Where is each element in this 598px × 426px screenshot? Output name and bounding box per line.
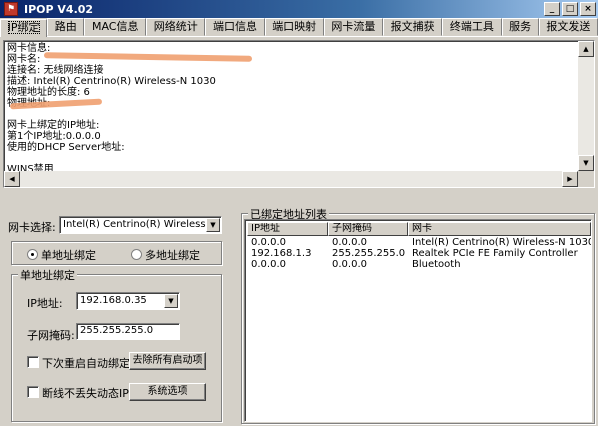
window-title: IPOP V4.02 <box>24 2 94 16</box>
keep-dynamic-ip-label[interactable]: 断线不丢失动态IP <box>42 385 129 401</box>
bound-address-list[interactable]: IP地址 子网掩码 网卡 0.0.0.0 0.0.0.0 Intel(R) Ce… <box>244 219 592 422</box>
table-row[interactable]: 0.0.0.0 0.0.0.0 Intel(R) Centrino(R) Wir… <box>247 237 591 248</box>
info-line: 连接名: 无线网络连接 <box>7 65 104 76</box>
tab-label: IP绑定 <box>7 21 40 34</box>
tab-label: 端口信息 <box>212 20 257 33</box>
cell-adapter: Realtek PCIe FE Family Controller <box>412 248 578 259</box>
table-row[interactable]: 0.0.0.0 0.0.0.0 Bluetooth <box>247 259 591 270</box>
table-row[interactable]: 192.168.1.3 255.255.255.0 Realtek PCIe F… <box>247 248 591 259</box>
horizontal-scrollbar[interactable]: ◀ ▶ <box>4 171 578 187</box>
adapter-select-value: Intel(R) Centrino(R) Wireless-N 1 <box>63 219 222 230</box>
minimize-button[interactable]: _ <box>544 2 560 16</box>
tab-label: 服务 <box>509 20 532 33</box>
tab-bar: IP绑定 路由 MAC信息 网络统计 端口信息 端口映射 网卡流量 报文捕获 终… <box>0 18 598 37</box>
multi-bind-radio-label[interactable]: 多地址绑定 <box>145 247 200 263</box>
tab-label: 路由 <box>54 20 77 33</box>
ip-address-combobox[interactable]: 192.168.0.35 ▼ <box>76 292 180 310</box>
list-header: IP地址 子网掩码 网卡 <box>247 222 591 236</box>
app-icon: ⚑ <box>4 2 18 16</box>
auto-bind-on-reboot-checkbox[interactable] <box>27 356 39 368</box>
single-bind-group-title: 单地址绑定 <box>18 267 77 283</box>
tab-label: MAC信息 <box>91 20 139 33</box>
tab-label: 网卡流量 <box>331 20 376 33</box>
column-header-ip[interactable]: IP地址 <box>247 222 328 236</box>
scroll-right-button[interactable]: ▶ <box>562 171 578 187</box>
scroll-up-button[interactable]: ▲ <box>578 41 594 57</box>
tab-ip-bind[interactable]: IP绑定 <box>0 19 48 37</box>
info-line: 使用的DHCP Server地址: <box>7 142 125 153</box>
tab-port-info[interactable]: 端口信息 <box>205 18 265 36</box>
column-header-adapter[interactable]: 网卡 <box>408 222 591 236</box>
vertical-scrollbar[interactable]: ▲ ▼ <box>578 41 594 171</box>
subnet-mask-label: 子网掩码: <box>27 329 75 342</box>
tab-label: 端口映射 <box>272 20 317 33</box>
cell-mask: 255.255.255.0 <box>332 248 406 259</box>
auto-bind-on-reboot-label[interactable]: 下次重启自动绑定 <box>42 355 130 371</box>
info-line: 物理地址的长度: 6 <box>7 87 90 98</box>
chevron-down-icon[interactable]: ▼ <box>164 294 178 308</box>
tab-route[interactable]: 路由 <box>47 18 85 36</box>
tab-packet-capture[interactable]: 报文捕获 <box>383 18 443 36</box>
adapter-info-textarea[interactable]: 网卡信息: 网卡名: 连接名: 无线网络连接 描述: Intel(R) Cent… <box>3 40 595 188</box>
tab-net-stats[interactable]: 网络统计 <box>146 18 206 36</box>
ip-address-label: IP地址: <box>27 297 63 310</box>
tab-label: 报文发送 <box>546 20 591 33</box>
info-line <box>7 153 575 164</box>
ip-address-value: 192.168.0.35 <box>80 295 147 306</box>
window-controls: _ □ × <box>544 2 596 16</box>
tab-mac-info[interactable]: MAC信息 <box>84 18 147 36</box>
tab-label: 终端工具 <box>449 20 494 33</box>
single-bind-radio[interactable] <box>27 249 38 260</box>
cell-ip: 192.168.1.3 <box>251 248 312 259</box>
cell-mask: 0.0.0.0 <box>332 237 367 248</box>
title-bar: ⚑ IPOP V4.02 _ □ × <box>0 0 598 18</box>
tab-packet-send[interactable]: 报文发送 <box>538 18 598 36</box>
info-line: 描述: Intel(R) Centrino(R) Wireless-N 1030 <box>7 76 216 87</box>
tab-nic-traffic[interactable]: 网卡流量 <box>323 18 384 36</box>
tab-port-map[interactable]: 端口映射 <box>264 18 324 36</box>
tab-terminal-tools[interactable]: 终端工具 <box>442 18 502 36</box>
cell-adapter: Intel(R) Centrino(R) Wireless-N 1030 <box>412 237 591 248</box>
cell-mask: 0.0.0.0 <box>332 259 367 270</box>
scroll-corner <box>578 171 594 187</box>
subnet-mask-input[interactable]: 255.255.255.0 <box>76 323 180 340</box>
info-line <box>7 109 575 120</box>
cell-ip: 0.0.0.0 <box>251 259 286 270</box>
tab-services[interactable]: 服务 <box>501 18 539 36</box>
info-line: 网卡上绑定的IP地址: <box>7 120 100 131</box>
multi-bind-radio[interactable] <box>131 249 142 260</box>
close-button[interactable]: × <box>580 2 596 16</box>
cell-ip: 0.0.0.0 <box>251 237 286 248</box>
remove-all-startup-items-button[interactable]: 去除所有启动项 <box>129 352 206 370</box>
keep-dynamic-ip-checkbox[interactable] <box>27 386 39 398</box>
adapter-select-label: 网卡选择: <box>8 221 56 234</box>
maximize-button[interactable]: □ <box>562 2 578 16</box>
tab-label: 网络统计 <box>153 20 198 33</box>
scroll-left-button[interactable]: ◀ <box>4 171 20 187</box>
tab-label: 报文捕获 <box>390 20 435 33</box>
cell-adapter: Bluetooth <box>412 259 461 270</box>
chevron-down-icon[interactable]: ▼ <box>206 218 220 232</box>
column-header-mask[interactable]: 子网掩码 <box>328 222 408 236</box>
info-lines: 网卡信息: 网卡名: 连接名: 无线网络连接 描述: Intel(R) Cent… <box>7 43 575 175</box>
adapter-select[interactable]: Intel(R) Centrino(R) Wireless-N 1 ▼ <box>59 216 222 234</box>
scroll-down-button[interactable]: ▼ <box>578 155 594 171</box>
info-line: 第1个IP地址:0.0.0.0 <box>7 131 101 142</box>
system-options-button[interactable]: 系统选项 <box>129 383 206 401</box>
subnet-mask-value: 255.255.255.0 <box>80 325 154 336</box>
single-bind-radio-label[interactable]: 单地址绑定 <box>41 247 96 263</box>
